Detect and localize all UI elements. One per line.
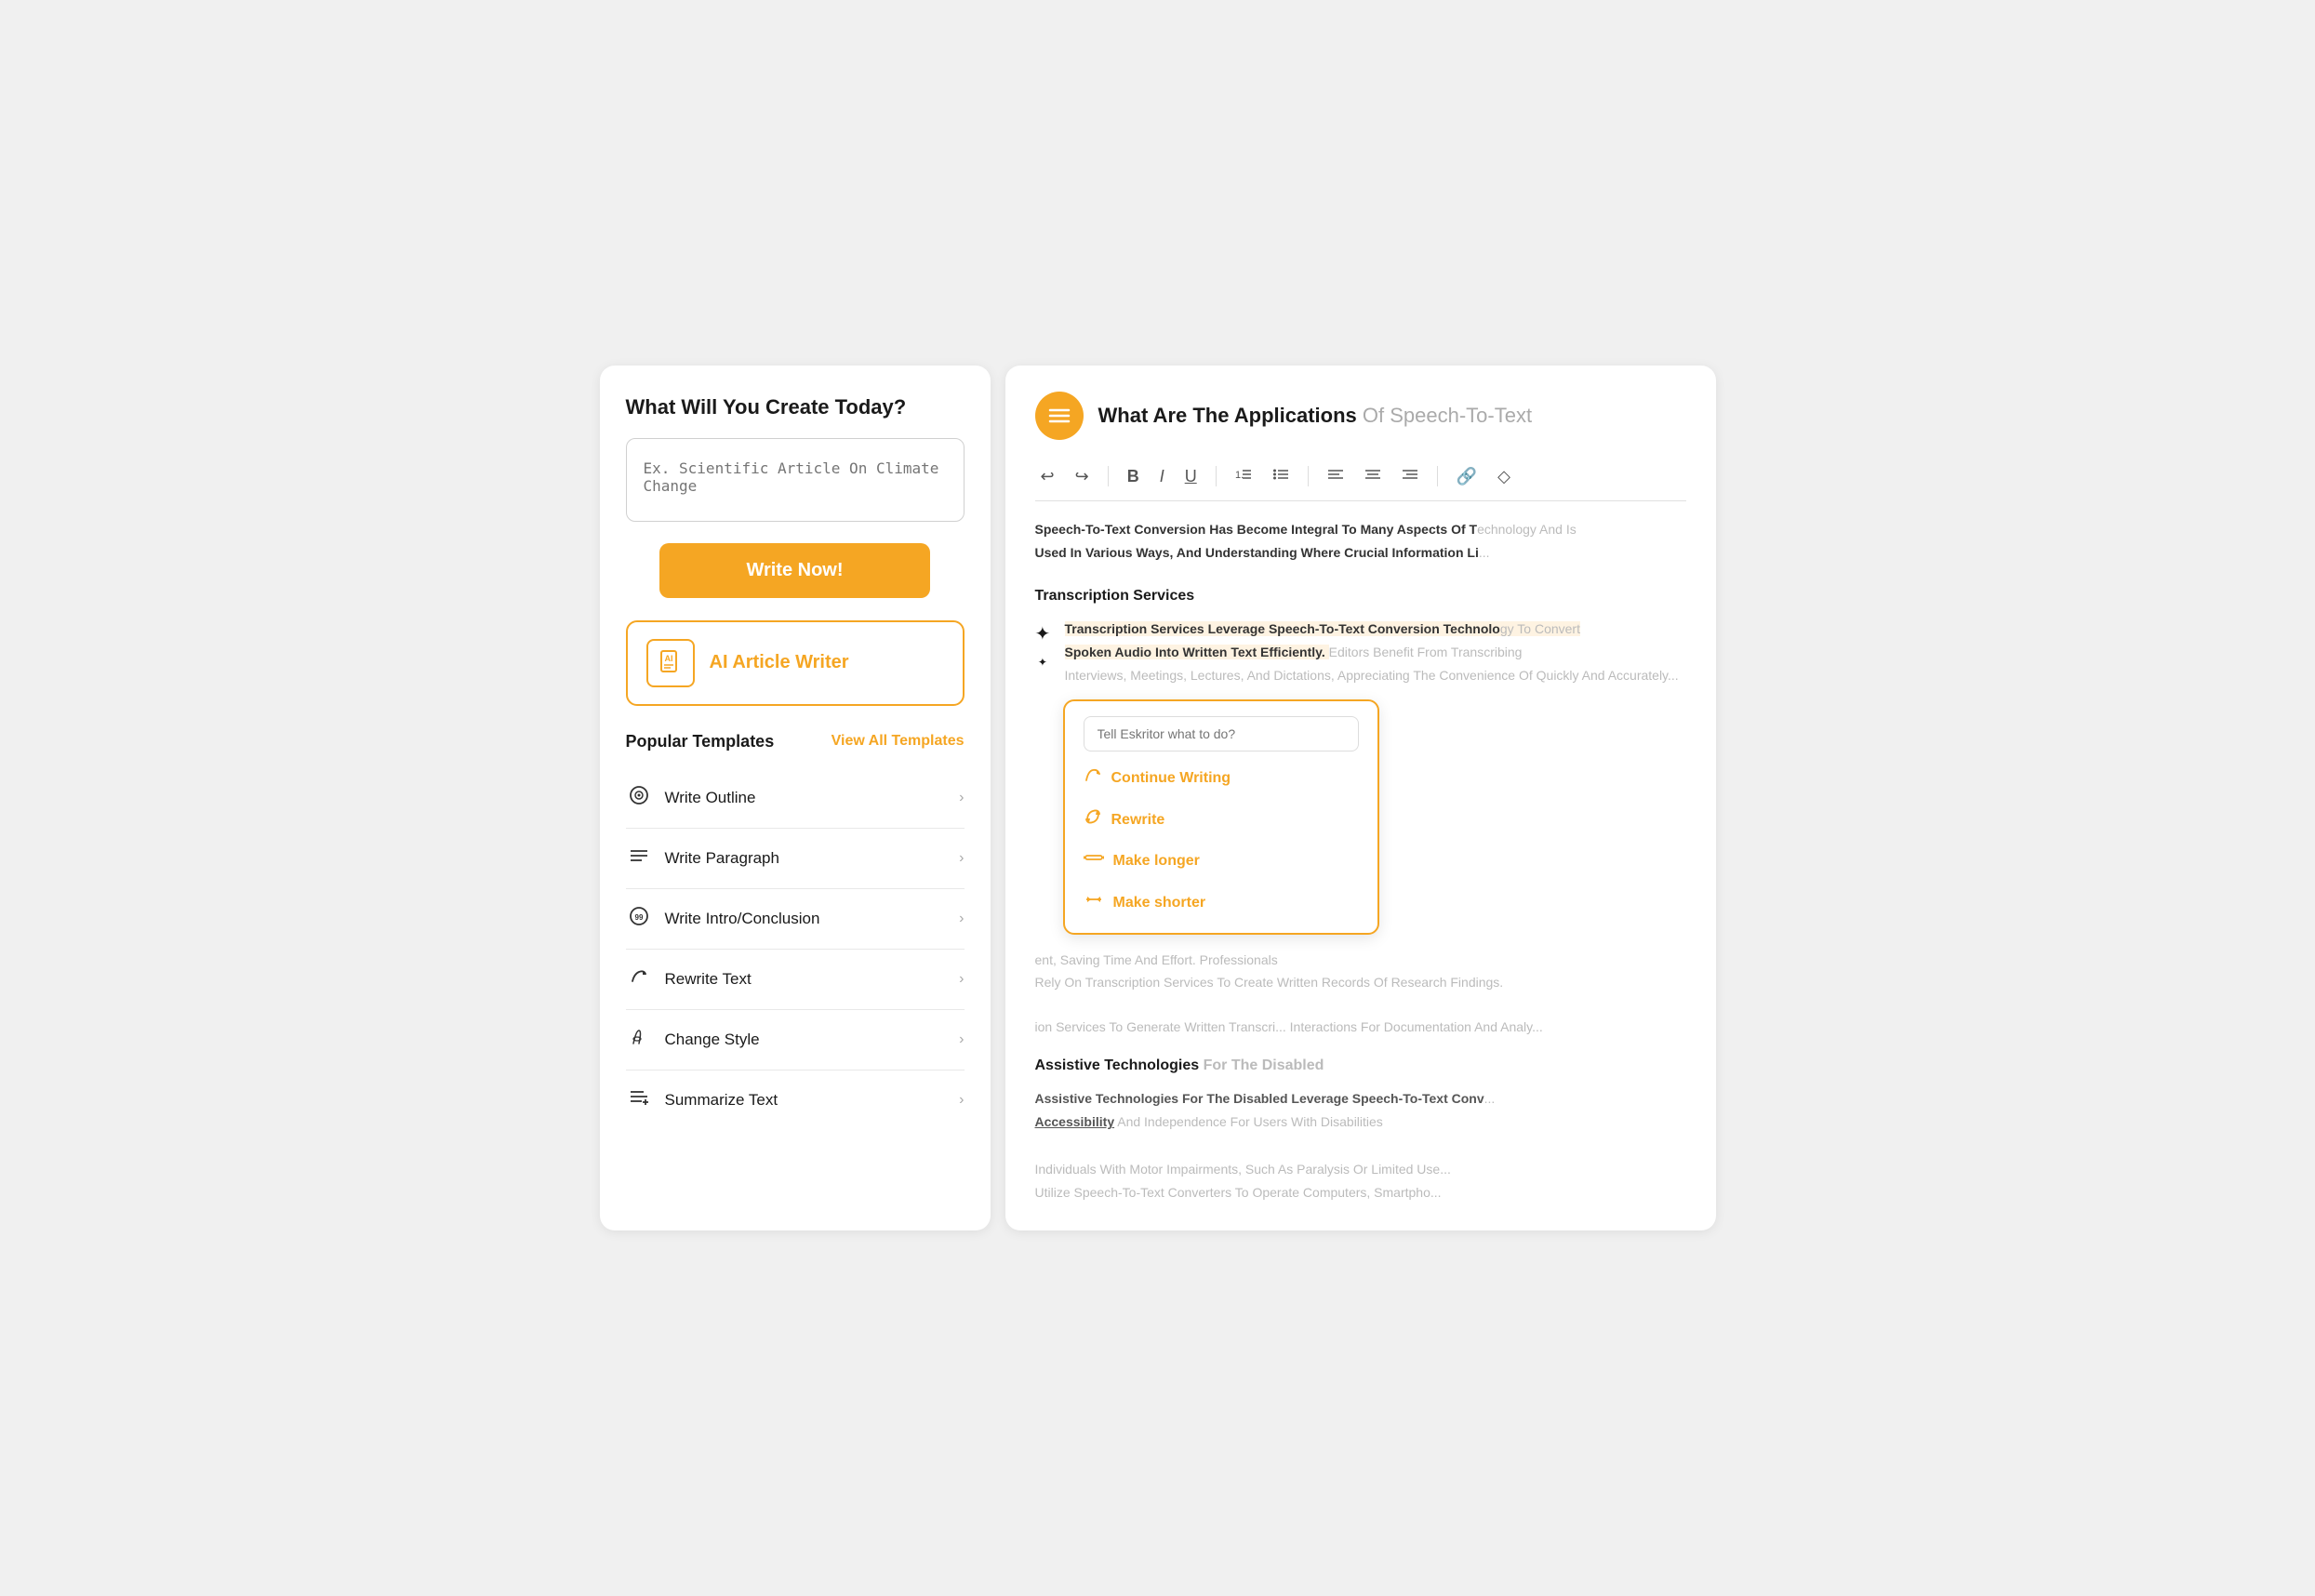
editor-title-bold: What Are The Applications: [1098, 404, 1357, 427]
make-longer-label: Make longer: [1113, 848, 1200, 875]
toolbar-separator-4: [1437, 466, 1438, 486]
template-item-write-intro[interactable]: 99 Write Intro/Conclusion ›: [626, 889, 965, 950]
make-shorter-action[interactable]: Make shorter: [1084, 888, 1359, 918]
popup-actions-list: Continue Writing Rewrite Make longer: [1084, 765, 1359, 919]
align-right-button[interactable]: [1396, 462, 1424, 491]
toolbar-separator-3: [1308, 466, 1309, 486]
make-shorter-label: Make shorter: [1113, 890, 1206, 917]
toolbar-separator-2: [1216, 466, 1217, 486]
make-shorter-icon: [1084, 888, 1104, 918]
sparkle-small-icon: ✦: [1038, 653, 1047, 673]
template-item-summarize[interactable]: Summarize Text ›: [626, 1071, 965, 1130]
write-paragraph-icon: [626, 845, 652, 871]
toolbar-separator: [1108, 466, 1109, 486]
continue-writing-label: Continue Writing: [1111, 765, 1231, 792]
popup-input[interactable]: [1084, 716, 1359, 751]
template-name-change-style: Change Style: [665, 1031, 760, 1049]
template-item-write-outline[interactable]: Write Outline ›: [626, 768, 965, 829]
search-input[interactable]: [626, 438, 965, 522]
undo-button[interactable]: ↩: [1035, 463, 1060, 490]
write-intro-icon: 99: [626, 906, 652, 932]
svg-text:1.: 1.: [1235, 470, 1244, 481]
ai-writer-icon-box: AI: [646, 639, 695, 687]
template-name-rewrite-text: Rewrite Text: [665, 970, 752, 989]
template-name-write-intro: Write Intro/Conclusion: [665, 910, 820, 928]
svg-text:99: 99: [634, 913, 643, 922]
template-list: Write Outline › Write Paragraph › 99: [626, 768, 965, 1130]
section2-heading: Assistive Technologies For The Disabled: [1035, 1053, 1686, 1080]
rewrite-text-icon: [626, 966, 652, 992]
panel-title: What Will You Create Today?: [626, 395, 965, 419]
template-name-summarize: Summarize Text: [665, 1091, 778, 1110]
italic-button[interactable]: I: [1154, 463, 1170, 490]
editor-title-gray: Of Speech-To-Text: [1357, 404, 1532, 427]
bold-button[interactable]: B: [1122, 463, 1145, 490]
section2: Assistive Technologies For The Disabled …: [1035, 1053, 1686, 1204]
rewrite-label: Rewrite: [1111, 807, 1165, 834]
summarize-icon: [626, 1087, 652, 1113]
ordered-list-button[interactable]: 1.: [1230, 462, 1257, 491]
view-all-templates-link[interactable]: View All Templates: [832, 733, 965, 750]
ai-action-popup: Continue Writing Rewrite Make longer: [1063, 699, 1379, 936]
left-panel: What Will You Create Today? Write Now! A…: [600, 366, 991, 1230]
make-longer-action[interactable]: Make longer: [1084, 846, 1359, 876]
editor-toolbar: ↩ ↪ B I U 1. 🔗 ◇: [1035, 453, 1686, 501]
change-style-icon: [626, 1027, 652, 1053]
ai-article-writer-card[interactable]: AI AI Article Writer: [626, 620, 965, 706]
template-item-change-style[interactable]: Change Style ›: [626, 1010, 965, 1071]
write-outline-icon: [626, 785, 652, 811]
chevron-icon: ›: [959, 1092, 964, 1109]
continue-writing-action[interactable]: Continue Writing: [1084, 765, 1359, 794]
hamburger-icon: [1046, 403, 1072, 429]
template-item-write-paragraph[interactable]: Write Paragraph ›: [626, 829, 965, 889]
write-now-button[interactable]: Write Now!: [659, 543, 930, 598]
popular-templates-title: Popular Templates: [626, 732, 775, 751]
editor-content: Speech-To-Text Conversion Has Become Int…: [1035, 518, 1686, 1204]
sparkles-decoration: ✦ ✦: [1035, 618, 1051, 673]
erase-button[interactable]: ◇: [1492, 463, 1516, 490]
popular-templates-header: Popular Templates View All Templates: [626, 732, 965, 751]
unordered-list-button[interactable]: [1267, 462, 1295, 491]
editor-header: What Are The Applications Of Speech-To-T…: [1035, 392, 1686, 440]
section1-continued: ent, Saving Time And Effort. Professiona…: [1035, 950, 1686, 1038]
align-left-button[interactable]: [1322, 462, 1350, 491]
content-intro: Speech-To-Text Conversion Has Become Int…: [1035, 518, 1686, 565]
template-name-write-paragraph: Write Paragraph: [665, 849, 779, 868]
right-panel: What Are The Applications Of Speech-To-T…: [1005, 366, 1716, 1230]
underline-button[interactable]: U: [1179, 463, 1203, 490]
chevron-icon: ›: [959, 1031, 964, 1048]
svg-text:AI: AI: [664, 654, 672, 663]
sparkle-big-icon: ✦: [1035, 618, 1051, 651]
menu-icon-circle[interactable]: [1035, 392, 1084, 440]
redo-button[interactable]: ↪: [1070, 463, 1095, 490]
align-center-button[interactable]: [1359, 462, 1387, 491]
template-name-write-outline: Write Outline: [665, 789, 756, 807]
section2-text: Assistive Technologies For The Disabled …: [1035, 1087, 1686, 1204]
rewrite-icon: [1084, 805, 1102, 835]
chevron-icon: ›: [959, 790, 964, 806]
chevron-icon: ›: [959, 850, 964, 867]
continue-writing-icon: [1084, 765, 1102, 794]
chevron-icon: ›: [959, 971, 964, 988]
template-item-rewrite-text[interactable]: Rewrite Text ›: [626, 950, 965, 1010]
rewrite-action[interactable]: Rewrite: [1084, 805, 1359, 835]
make-longer-icon: [1084, 846, 1104, 876]
ai-document-icon: AI: [657, 649, 685, 677]
section1-heading: Transcription Services: [1035, 583, 1686, 610]
ai-writer-label: AI Article Writer: [710, 652, 849, 673]
chevron-icon: ›: [959, 911, 964, 927]
link-button[interactable]: 🔗: [1451, 463, 1483, 490]
editor-title: What Are The Applications Of Speech-To-T…: [1098, 404, 1533, 428]
